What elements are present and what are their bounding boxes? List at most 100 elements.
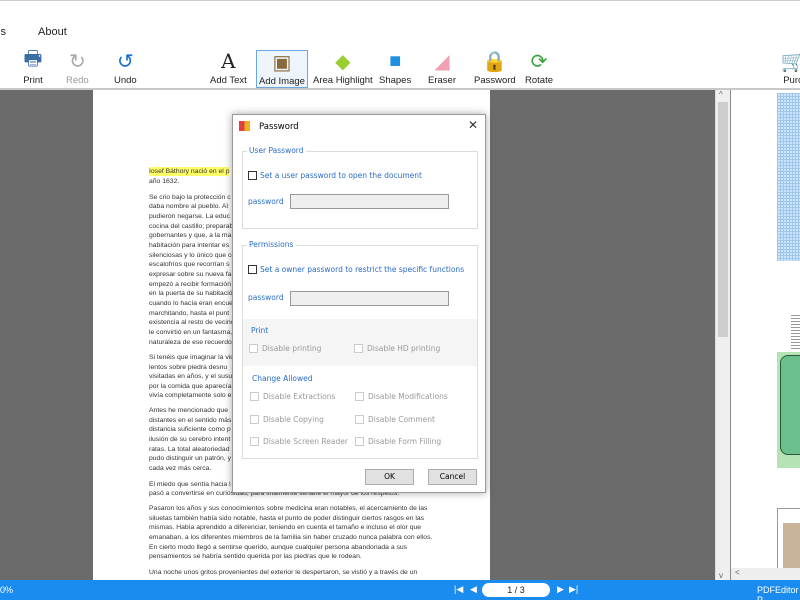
document-text-line: ilusión de su cerebro intent [149, 436, 231, 443]
user-password-input[interactable] [290, 194, 449, 209]
menu-about[interactable]: About [38, 26, 67, 38]
disable-extractions-checkbox[interactable] [250, 392, 259, 401]
disable-copying-checkbox[interactable] [250, 415, 259, 424]
next-page-icon[interactable]: ▶ [557, 584, 564, 595]
disable-screen-reader-checkbox[interactable] [250, 437, 259, 446]
group-label: Permissions [247, 240, 296, 249]
ok-button[interactable]: OK [365, 469, 414, 485]
tool-password-button[interactable]: 🔒 Password [474, 50, 516, 88]
eraser-icon: ◢ [434, 50, 450, 73]
checkbox-label: Disable Comment [368, 415, 435, 424]
scroll-down-icon[interactable]: v [719, 571, 723, 580]
disable-printing-checkbox[interactable] [249, 344, 258, 353]
document-text-line: distancia suficiente como p [149, 426, 231, 433]
document-text-line: Antes he mencionado que [149, 407, 228, 414]
last-page-icon[interactable]: ▶| [569, 584, 578, 595]
prev-page-icon[interactable]: ◀ [470, 584, 477, 595]
highlighter-icon: ◆ [335, 50, 351, 73]
tool-rotate-button[interactable]: ⟳ Rotate [525, 50, 553, 88]
document-text-line: empezó a recibir formación [149, 281, 231, 288]
document-text-line: mismas. Había aprendido a diferenciar, t… [149, 524, 422, 531]
disable-hd-printing-checkbox[interactable] [354, 344, 363, 353]
document-text-line: naturaleza de ese recuerdo. [149, 339, 234, 346]
page-thumbnail-2[interactable] [777, 352, 800, 468]
tool-label: Shapes [379, 75, 412, 86]
document-text-line: daba nombre al pueblo. Al [149, 203, 228, 210]
print-heading: Print [251, 326, 269, 335]
tool-shapes-button[interactable]: ■ Shapes [379, 50, 411, 88]
vertical-scrollbar[interactable]: ^ v [715, 90, 730, 580]
app-name: PDFEditor P [757, 585, 799, 605]
print-section [243, 319, 477, 366]
document-text-line: expresar sobre su nueva fa [149, 271, 232, 278]
tool-add-text-button[interactable]: A Add Text [210, 49, 247, 88]
document-text-line: emanaban, a los diferentes miembros de l… [149, 534, 433, 541]
document-text-line: existencia al resto de vecino [149, 319, 235, 326]
user-password-group: User Password [242, 146, 478, 229]
page-thumbnail-3[interactable] [777, 508, 800, 574]
document-text-line: pudo distinguir un patrón, y [149, 455, 231, 462]
disable-comment-checkbox[interactable] [355, 415, 364, 424]
tool-label: Purc [783, 75, 800, 86]
tool-label: Password [474, 75, 516, 86]
tool-add-image-button[interactable]: ▣ Add Image [256, 50, 308, 88]
password-label: password [248, 197, 284, 206]
tool-eraser-button[interactable]: ◢ Eraser [428, 50, 456, 88]
horizontal-scrollbar[interactable]: < [731, 568, 800, 580]
password-label: password [248, 293, 284, 302]
user-password-checkbox[interactable] [248, 171, 257, 180]
document-text-line: gobernantes y que, a la ma [149, 232, 232, 239]
owner-password-checkbox[interactable] [248, 265, 257, 274]
checkbox-label: Disable Form Filling [368, 437, 442, 446]
menu-bar: ls About [0, 0, 800, 44]
thumbnail-text [791, 315, 800, 351]
checkbox-label: Disable Extractions [263, 392, 336, 401]
checkbox-label: Disable Copying [263, 415, 324, 424]
cart-icon: 🛒 [780, 50, 800, 73]
document-text-line: siluetas también había sido notable, has… [149, 515, 425, 522]
document-text-line: en la puerta de su habitació [149, 290, 233, 297]
dialog-title: Password [259, 122, 299, 132]
password-dialog: Password ✕ User Password Set a user pass… [232, 114, 486, 493]
printer-icon: 🖶 [23, 48, 43, 70]
checkbox-label: Disable Modifications [368, 392, 448, 401]
document-text-line: visitadas en años, y el susu [149, 373, 233, 380]
first-page-icon[interactable]: |◀ [454, 584, 463, 595]
tool-label: Redo [66, 75, 89, 86]
page-thumbnail-1[interactable] [777, 93, 800, 261]
thumbnail-panel: < [730, 90, 800, 580]
disable-form-filling-checkbox[interactable] [355, 437, 364, 446]
cancel-button[interactable]: Cancel [428, 469, 477, 485]
page-number-input[interactable]: 1 / 3 [482, 583, 550, 597]
scrollbar-thumb[interactable] [718, 102, 728, 337]
document-text-line: Una noche unos gritos provenientes del e… [149, 569, 418, 576]
tool-purc-button[interactable]: 🛒 Purc [780, 50, 800, 88]
status-bar: 0% |◀ ◀ 1 / 3 ▶ ▶| PDFEditor P [0, 580, 800, 605]
document-text-line: ratas. La total aleatoriedad [149, 446, 230, 453]
document-text-line: habitación para intentar es [149, 242, 230, 249]
document-text-line: cocina del castillo; preparab [149, 223, 234, 230]
tool-redo-button[interactable]: ↻ Redo [66, 50, 89, 88]
close-icon[interactable]: ✕ [468, 118, 478, 132]
tool-print-button[interactable]: 🖶 Print [22, 48, 44, 88]
group-label: User Password [247, 146, 306, 155]
document-text-line: cada vez más cerca. [149, 465, 212, 472]
disable-modifications-checkbox[interactable] [355, 392, 364, 401]
tool-label: Print [23, 75, 43, 86]
image-icon: ▣ [272, 51, 292, 74]
document-text-line: año 1632. [149, 178, 180, 185]
menu-tools[interactable]: ls [0, 26, 6, 38]
tool-label: Add Text [210, 75, 247, 86]
scroll-up-icon[interactable]: ^ [719, 90, 723, 99]
tool-undo-button[interactable]: ↺ Undo [114, 50, 137, 88]
checkbox-label: Disable printing [262, 344, 322, 353]
undo-icon: ↺ [116, 50, 134, 73]
tool-area-highlight-button[interactable]: ◆ Area Highlight [313, 50, 373, 88]
redo-icon: ↻ [68, 50, 86, 73]
document-text-line: escalofríos que recorrían s [149, 261, 230, 268]
document-text-line: Pasaron los años y sus conocimientos sob… [149, 505, 428, 512]
tool-label: Area Highlight [313, 75, 373, 86]
user-password-checkbox-label: Set a user password to open the document [260, 171, 422, 180]
owner-password-input[interactable] [290, 291, 449, 306]
document-text-line: le convirtió en un fantasma, [149, 329, 233, 336]
